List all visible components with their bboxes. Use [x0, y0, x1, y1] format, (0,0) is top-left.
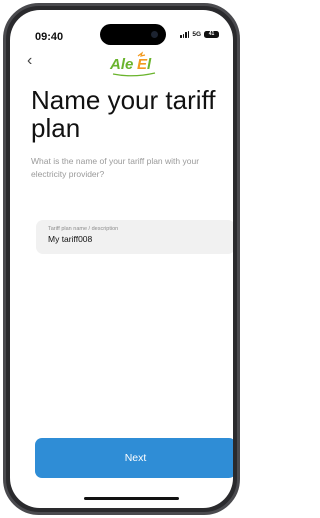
app-screen: 09:40 5G 41 ‹ Ale E l Name your tariff p… — [10, 10, 233, 508]
back-chevron-icon[interactable]: ‹ — [27, 53, 32, 69]
logo: Ale E l — [109, 51, 156, 77]
battery-icon: 41 — [204, 31, 219, 38]
next-button[interactable]: Next — [35, 438, 233, 478]
svg-text:l: l — [147, 56, 152, 73]
tariff-name-field[interactable]: Tariff plan name / description — [36, 220, 233, 254]
home-indicator — [84, 497, 179, 500]
status-indicators: 5G 41 — [179, 31, 219, 38]
network-type: 5G — [192, 31, 201, 38]
page-title: Name your tariff plan — [31, 85, 216, 143]
signal-icon — [179, 31, 190, 38]
tariff-name-label: Tariff plan name / description — [48, 226, 119, 232]
tariff-name-input[interactable] — [48, 234, 223, 244]
camera-dot — [151, 31, 158, 38]
page-subtitle: What is the name of your tariff plan wit… — [31, 156, 200, 179]
status-time: 09:40 — [35, 31, 64, 43]
dynamic-island — [100, 24, 166, 45]
phone-frame: 09:40 5G 41 ‹ Ale E l Name your tariff p… — [3, 3, 240, 515]
svg-text:Ale: Ale — [109, 56, 133, 73]
